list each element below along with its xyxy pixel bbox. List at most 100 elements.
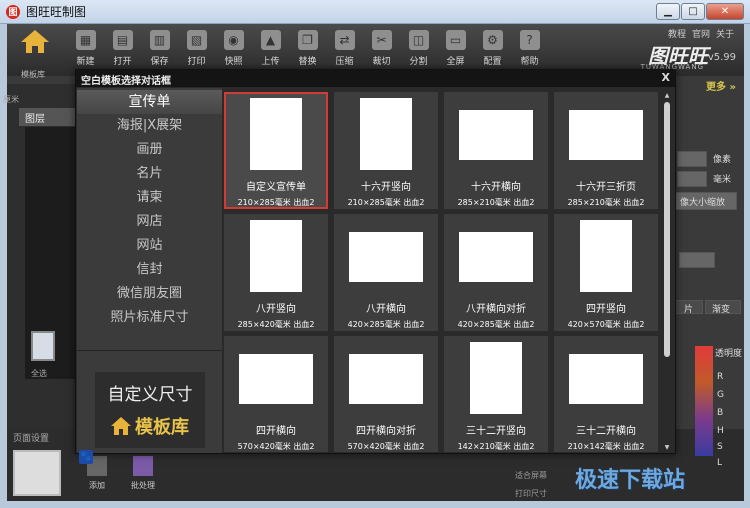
- window-titlebar: 图 图旺旺制图 ▁ □ ✕: [0, 0, 750, 24]
- template-spec: 420×285毫米 出血2: [347, 320, 425, 329]
- top-link[interactable]: 教程: [668, 27, 686, 40]
- toolbar-button-label: 裁切: [372, 57, 391, 67]
- toolbar-gear-button[interactable]: ⚙ 配置: [474, 28, 511, 74]
- template-card[interactable]: 八开横向对折 420×285毫米 出血2: [444, 214, 548, 331]
- close-window-button[interactable]: ✕: [706, 3, 744, 20]
- select-all-label[interactable]: 全选: [31, 368, 47, 379]
- template-card[interactable]: 四开横向对折 570×420毫米 出血2: [334, 336, 438, 452]
- toolbar-fullscreen-button[interactable]: ▭ 全屏: [437, 28, 474, 74]
- scroll-down-icon[interactable]: ▼: [662, 444, 672, 452]
- template-preview: [250, 220, 302, 292]
- template-card[interactable]: 四开竖向 420×570毫米 出血2: [554, 214, 658, 331]
- category-item[interactable]: 微信朋友圈: [77, 282, 222, 306]
- template-card[interactable]: 四开横向 570×420毫米 出血2: [224, 336, 328, 452]
- template-card[interactable]: 十六开竖向 210×285毫米 出血2: [334, 92, 438, 209]
- category-item[interactable]: 海报|X展架: [77, 114, 222, 138]
- height-input[interactable]: [677, 171, 707, 187]
- template-library-home-button[interactable]: [15, 30, 55, 74]
- template-card[interactable]: 十六开横向 285×210毫米 出血2: [444, 92, 548, 209]
- channel-l-label: L: [717, 458, 723, 468]
- batch-icon: [133, 456, 153, 476]
- template-spec: 285×210毫米 出血2: [457, 198, 535, 207]
- toolbar-button-label: 替换: [298, 57, 317, 67]
- toolbar-button-label: 上传: [261, 57, 280, 67]
- version-label: v5.99: [707, 52, 736, 63]
- dialog-close-button[interactable]: X: [662, 71, 670, 84]
- watermark-text: 极速下载站: [575, 468, 686, 493]
- unit-px-label: 像素: [713, 155, 732, 165]
- template-card[interactable]: 三十二开横向 210×142毫米 出血2: [554, 336, 658, 452]
- template-name: 三十二开横向: [576, 426, 636, 437]
- template-name: 八开横向对折: [466, 304, 526, 315]
- minimize-button[interactable]: ▁: [656, 3, 680, 20]
- toolbar-button-label: 全屏: [446, 57, 465, 67]
- scroll-up-icon[interactable]: ▲: [662, 92, 672, 100]
- top-link[interactable]: 官网: [692, 27, 710, 40]
- category-list: 宣传单 海报|X展架 画册 名片 请柬 网店 网站 信封 微信朋友圈 照片标准尺寸: [77, 90, 222, 330]
- toolbar-save-button[interactable]: ▥ 保存: [141, 28, 178, 74]
- template-preview: [349, 232, 423, 282]
- category-item[interactable]: 画册: [77, 138, 222, 162]
- app-logo-icon: 图: [6, 4, 20, 19]
- fit-screen-label[interactable]: 适合屏幕: [515, 470, 547, 481]
- replace-icon: ❐: [297, 30, 318, 50]
- layer-thumbnail[interactable]: [31, 331, 55, 361]
- toolbar-print-button[interactable]: ▧ 打印: [178, 28, 215, 74]
- template-name: 十六开竖向: [361, 182, 411, 193]
- template-name: 八开竖向: [256, 304, 296, 315]
- page-thumbnail[interactable]: [13, 450, 61, 496]
- template-card[interactable]: 三十二开竖向 142×210毫米 出血2: [444, 336, 548, 452]
- template-spec: 142×210毫米 出血2: [457, 442, 535, 451]
- color-picker-bar[interactable]: [695, 346, 713, 456]
- tab-right-1[interactable]: 片: [675, 300, 703, 315]
- category-item[interactable]: 信封: [77, 258, 222, 282]
- toolbar-button-label: 保存: [150, 57, 169, 67]
- channel-r-label: R: [717, 372, 724, 382]
- template-card[interactable]: 八开竖向 285×420毫米 出血2: [224, 214, 328, 331]
- top-link[interactable]: 关于: [716, 27, 734, 40]
- toolbar-help-button[interactable]: ? 帮助: [511, 28, 548, 74]
- scroll-thumb[interactable]: [664, 102, 670, 357]
- template-preview: [569, 354, 643, 404]
- open-folder-icon: ▤: [112, 30, 133, 50]
- template-preview: [349, 354, 423, 404]
- grid-scrollbar[interactable]: ▲ ▼: [662, 92, 672, 452]
- template-library-button[interactable]: 模板库: [95, 413, 205, 439]
- toolbar-compress-button[interactable]: ⇄ 压缩: [326, 28, 363, 74]
- print-size-label[interactable]: 打印尺寸: [515, 488, 547, 499]
- template-card[interactable]: 自定义宣传单 210×285毫米 出血2: [224, 92, 328, 209]
- tab-gradient[interactable]: 渐变: [705, 300, 741, 315]
- toolbar-upload-button[interactable]: ▲ 上传: [252, 28, 289, 74]
- toolbar-scissors-button[interactable]: ✂ 裁切: [363, 28, 400, 74]
- width-input[interactable]: [677, 151, 707, 167]
- scale-button[interactable]: 像大小缩放: [675, 192, 737, 210]
- custom-size-box: 自定义尺寸 模板库: [95, 372, 205, 448]
- custom-size-button[interactable]: 自定义尺寸: [95, 380, 205, 405]
- category-item[interactable]: 网站: [77, 234, 222, 258]
- toolbar-replace-button[interactable]: ❐ 替换: [289, 28, 326, 74]
- toolbar-open-folder-button[interactable]: ▤ 打开: [104, 28, 141, 74]
- category-item[interactable]: 宣传单: [77, 90, 222, 114]
- toolbar-new-file-button[interactable]: ▦ 新建: [67, 28, 104, 74]
- template-card[interactable]: 八开横向 420×285毫米 出血2: [334, 214, 438, 331]
- channel-h-label: H: [717, 426, 724, 436]
- toolbar-split-button[interactable]: ◫ 分割: [400, 28, 437, 74]
- category-item[interactable]: 请柬: [77, 186, 222, 210]
- channel-g-label: G: [717, 390, 724, 400]
- category-item[interactable]: 网店: [77, 210, 222, 234]
- template-spec: 570×420毫米 出血2: [237, 442, 315, 451]
- toolbar-button-label: 打开: [113, 57, 132, 67]
- template-spec: 420×285毫米 出血2: [457, 320, 535, 329]
- template-spec: 285×210毫米 出血2: [567, 198, 645, 207]
- more-button[interactable]: 更多 »: [706, 78, 736, 93]
- category-divider: [77, 350, 222, 351]
- template-card[interactable]: 十六开三折页 285×210毫米 出血2: [554, 92, 658, 209]
- category-item[interactable]: 名片: [77, 162, 222, 186]
- toolbar-camera-button[interactable]: ◉ 快照: [215, 28, 252, 74]
- maximize-button[interactable]: □: [681, 3, 705, 20]
- category-item[interactable]: 照片标准尺寸: [77, 306, 222, 330]
- batch-button[interactable]: 批处理: [131, 456, 155, 491]
- print-icon: ▧: [186, 30, 207, 50]
- right-dropdown[interactable]: [679, 252, 715, 268]
- toolbar-button-label: 新建: [76, 57, 95, 67]
